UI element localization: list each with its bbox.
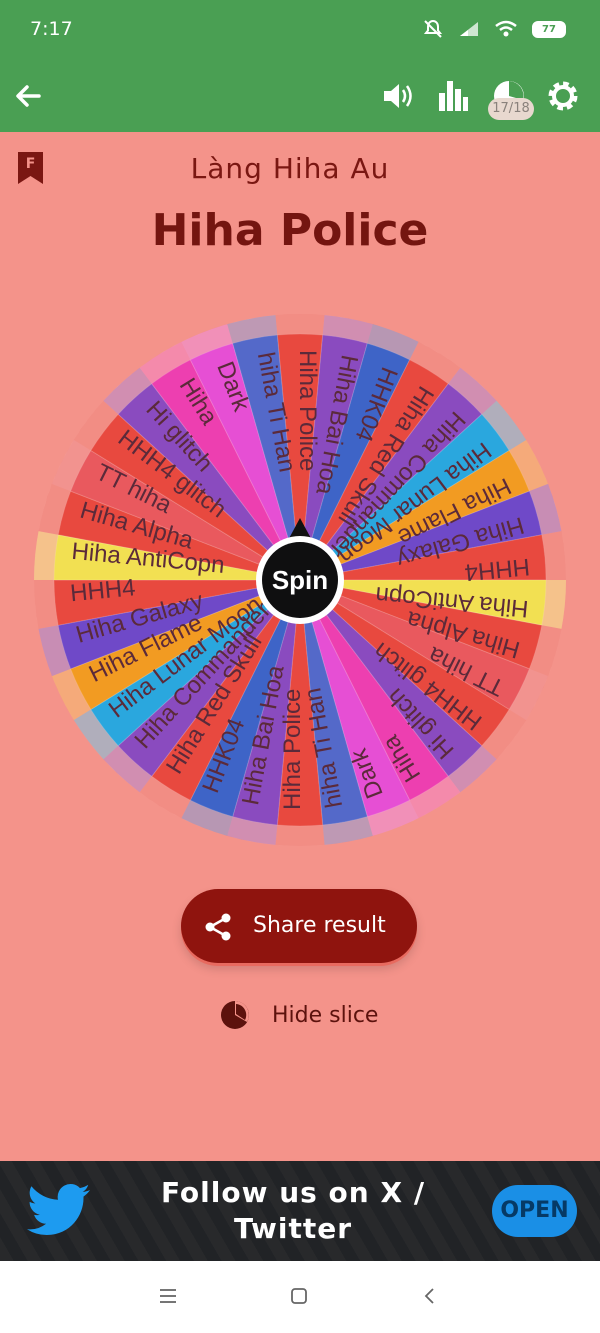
battery-indicator: 77 <box>532 20 566 38</box>
back-arrow-icon <box>16 85 41 107</box>
spin-wheel[interactable]: Hiha PoliceHiha Bai HoaHHK04Hiha Red Sku… <box>33 313 567 847</box>
volume-icon <box>384 84 412 108</box>
home-square-icon <box>291 1288 307 1304</box>
sound-button[interactable] <box>376 74 420 118</box>
wifi-icon <box>495 20 517 37</box>
back-button[interactable] <box>6 74 50 118</box>
open-button[interactable]: OPEN <box>492 1185 577 1237</box>
wheel-rim-segment <box>275 314 325 336</box>
home-button[interactable] <box>284 1281 314 1311</box>
page-title: Hiha Police <box>151 205 429 256</box>
status-time: 7:17 <box>30 18 73 40</box>
app-bar <box>0 60 600 132</box>
hide-slice-label: Hide slice <box>272 1002 379 1028</box>
signal-icon <box>460 22 478 36</box>
banner-text: Follow us on X / Twitter <box>160 1176 426 1245</box>
status-icons: 77 <box>422 18 566 40</box>
hide-slice-button[interactable]: Hide slice <box>220 1000 378 1030</box>
page-subtitle: Làng Hiha Au <box>190 152 390 185</box>
share-result-label: Share result <box>253 913 386 938</box>
menu-icon <box>160 1289 176 1303</box>
share-icon <box>205 913 231 941</box>
twitter-banner[interactable]: Follow us on X / Twitter OPEN <box>0 1161 600 1261</box>
menu-button[interactable] <box>153 1281 183 1311</box>
system-nav-bar <box>0 1261 600 1333</box>
wheel-rim-segment <box>275 824 325 846</box>
wheel-slice-label: Hiha Police <box>279 689 306 810</box>
spin-button-label: Spin <box>272 565 328 595</box>
back-chevron-icon <box>424 1288 434 1304</box>
share-result-button[interactable]: Share result <box>181 889 417 963</box>
stats-icon <box>439 81 468 111</box>
status-bar: 7:17 77 <box>0 0 600 60</box>
stats-button[interactable] <box>431 74 475 118</box>
progress-badge: 17/18 <box>488 98 534 120</box>
back-nav-button[interactable] <box>415 1281 445 1311</box>
pie-slice-icon <box>221 1001 249 1029</box>
twitter-bird-icon <box>27 1184 90 1235</box>
settings-icon <box>548 81 578 111</box>
settings-button[interactable] <box>541 74 585 118</box>
silent-bell-icon <box>423 19 443 38</box>
